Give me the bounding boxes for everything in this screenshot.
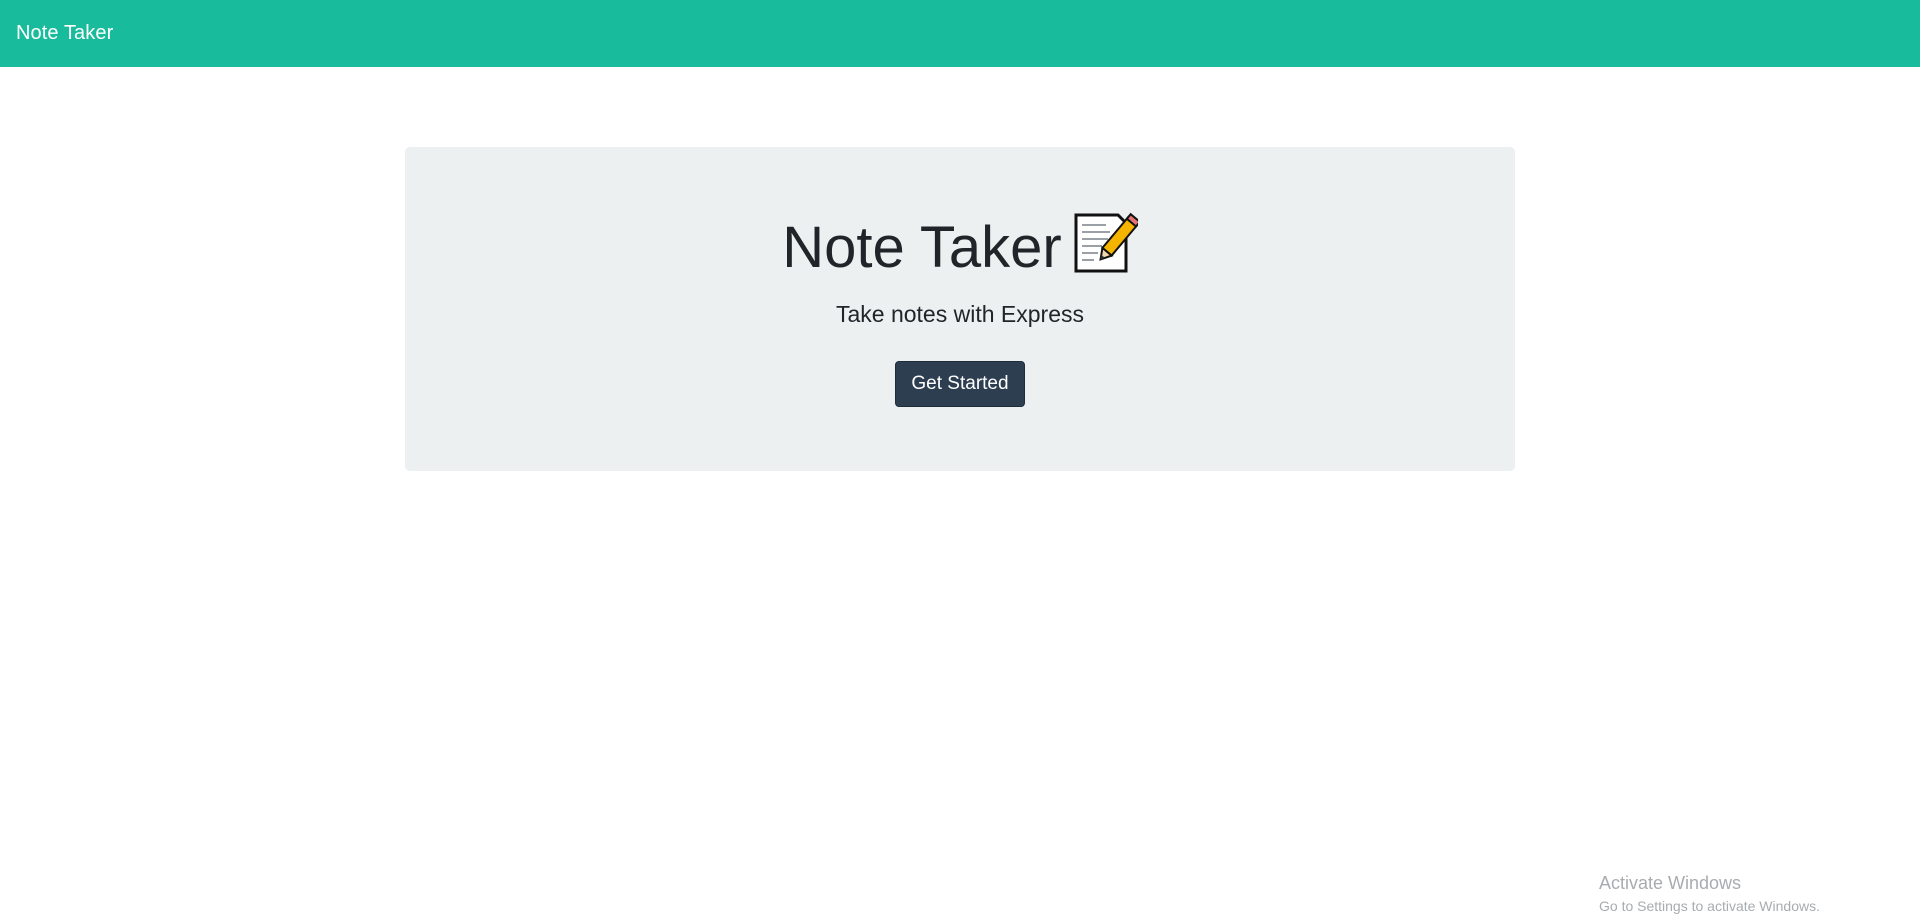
navbar: Note Taker <box>0 0 1920 67</box>
navbar-brand-link[interactable]: Note Taker <box>16 22 113 45</box>
watermark-subtitle: Go to Settings to activate Windows. <box>1599 898 1820 914</box>
memo-icon <box>1072 211 1141 275</box>
get-started-button[interactable]: Get Started <box>895 361 1025 407</box>
hero-title: Note Taker <box>405 211 1515 284</box>
watermark-title: Activate Windows <box>1599 873 1742 893</box>
hero-subtitle: Take notes with Express <box>835 301 1084 327</box>
activate-windows-watermark: Activate Windows Go to Settings to activ… <box>1599 871 1820 915</box>
hero-jumbotron: Note Taker Take notes with Express Get S… <box>405 147 1515 471</box>
hero-title-text: Note Taker <box>782 215 1062 280</box>
